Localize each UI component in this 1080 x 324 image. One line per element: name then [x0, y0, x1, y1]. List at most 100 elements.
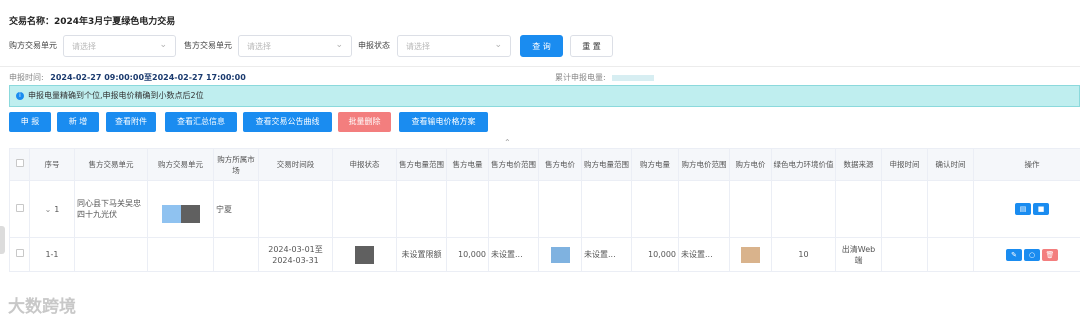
batch-delete-button[interactable]: 批量删除: [338, 112, 391, 132]
green-value-cell: 10: [771, 237, 836, 272]
row-index: 1: [54, 204, 60, 214]
redacted-mask: [161, 205, 181, 223]
total-declared-label: 累计申报电量:: [555, 73, 606, 82]
view-summary-button[interactable]: 查看汇总信息: [165, 112, 237, 132]
declare-time-label: 申报时间:: [9, 73, 44, 82]
col-header: 售方电价: [538, 148, 582, 181]
view-transmission-price-button[interactable]: 查看输电价格方案: [399, 112, 488, 132]
buyer-unit-placeholder: 请选择: [72, 42, 96, 51]
col-header: 购方交易单元: [147, 148, 214, 181]
col-header: 售方电价范围: [488, 148, 539, 181]
col-header: 绿色电力环境价值: [771, 148, 836, 181]
seller-price-cell: [538, 180, 582, 238]
declare-time-cell: [881, 237, 928, 272]
total-declared-value-mask: [612, 74, 655, 81]
buyer-unit-cell: [147, 237, 214, 272]
view-attachment-button[interactable]: 查看附件: [106, 112, 156, 132]
table-header-row: 序号 售方交易单元 购方交易单元 购方所属市场 交易时间段 申报状态 售方电量范…: [9, 148, 1080, 181]
redacted-mask: [355, 245, 374, 264]
status-placeholder: 请选择: [406, 42, 430, 51]
row-checkbox[interactable]: [15, 203, 24, 212]
period-cell: [258, 180, 333, 238]
table-row: ⌄ 1 同心县下马关吴忠四十九光伏 宁夏 ▤ ■: [9, 180, 1080, 238]
seller-qty-range-cell: 未设置限额: [396, 237, 447, 272]
select-all-header[interactable]: [9, 148, 30, 181]
declaration-table: 序号 售方交易单元 购方交易单元 购方所属市场 交易时间段 申报状态 售方电量范…: [9, 148, 1080, 272]
seller-price-cell: [538, 237, 582, 272]
info-icon: i: [16, 91, 24, 100]
green-value-cell: [771, 180, 836, 238]
row-checkbox[interactable]: [15, 249, 24, 257]
expand-chevron-icon[interactable]: ⌄: [45, 205, 52, 214]
divider: [0, 66, 1080, 67]
side-handle[interactable]: [0, 226, 5, 254]
seller-unit-cell: 同心县下马关吴忠四十九光伏: [74, 180, 148, 238]
buyer-price-cell: [729, 237, 772, 272]
seller-price-range-cell: [488, 180, 539, 238]
delete-icon[interactable]: 🗑: [1042, 248, 1058, 261]
seller-unit-placeholder: 请选择: [247, 42, 271, 51]
buyer-unit-cell: [147, 180, 214, 238]
buyer-qty-range-cell: [581, 180, 632, 238]
watermark: 大数跨境: [8, 297, 76, 317]
index-cell: ⌄ 1: [29, 180, 75, 238]
view-curve-button[interactable]: 查看交易公告曲线: [243, 112, 332, 132]
source-cell: [835, 180, 882, 238]
seller-unit-label: 售方交易单元: [184, 41, 232, 50]
buyer-qty-cell: [631, 180, 679, 238]
declare-time-value: 2024-02-27 09:00:00至2024-02-27 17:00:00: [50, 73, 246, 82]
declare-time: 申报时间: 2024-02-27 09:00:00至2024-02-27 17:…: [9, 72, 246, 83]
col-header: 购方电量范围: [581, 148, 632, 181]
buyer-price-cell: [729, 180, 772, 238]
seller-qty-range-cell: [396, 180, 447, 238]
redacted-mask: [550, 246, 570, 263]
seller-qty-cell: 10,000: [446, 237, 489, 272]
sort-caret-icon[interactable]: ⌃: [504, 138, 511, 147]
redacted-mask: [180, 205, 200, 223]
alert-text: 申报电量精确到个位,申报电价精确到小数点后2位: [28, 91, 204, 100]
buyer-qty-range-cell: 未设置...: [581, 237, 632, 272]
chevron-down-icon: ⌄: [159, 40, 167, 50]
total-declared: 累计申报电量:: [555, 72, 655, 83]
col-header: 序号: [29, 148, 75, 181]
buyer-qty-cell: 10,000: [631, 237, 679, 272]
edit-icon[interactable]: ✎: [1006, 248, 1022, 261]
buyer-unit-select[interactable]: 请选择 ⌄: [63, 35, 176, 57]
confirm-time-cell: [927, 180, 974, 238]
refresh-icon[interactable]: ○: [1024, 248, 1040, 261]
query-button[interactable]: 查 询: [520, 35, 563, 57]
col-header: 购方电价范围: [678, 148, 730, 181]
col-header: 购方电量: [631, 148, 679, 181]
buyer-unit-label: 购方交易单元: [9, 41, 57, 50]
reset-button[interactable]: 重 置: [570, 35, 613, 57]
confirm-time-cell: [927, 237, 974, 272]
col-header: 交易时间段: [258, 148, 333, 181]
buyer-price-range-cell: 未设置...: [678, 237, 730, 272]
status-cell: [332, 237, 397, 272]
col-header: 售方交易单元: [74, 148, 148, 181]
col-header: 申报状态: [332, 148, 397, 181]
declare-time-cell: [881, 180, 928, 238]
actions-cell: ✎ ○ 🗑: [973, 237, 1080, 272]
add-button[interactable]: 新 增: [57, 112, 99, 132]
chevron-down-icon: ⌄: [335, 40, 343, 50]
seller-unit-select[interactable]: 请选择 ⌄: [238, 35, 352, 57]
col-header: 购方所属市场: [213, 148, 259, 181]
alert-banner: i 申报电量精确到个位,申报电价精确到小数点后2位: [9, 85, 1080, 107]
bookmark-icon[interactable]: ■: [1033, 203, 1049, 215]
buyer-price-range-cell: [678, 180, 730, 238]
col-header: 操作: [973, 148, 1080, 181]
row-select-cell[interactable]: [9, 180, 30, 238]
declare-button[interactable]: 申 报: [9, 112, 51, 132]
col-header: 申报时间: [881, 148, 928, 181]
status-label: 申报状态: [358, 41, 390, 50]
chevron-down-icon: ⌄: [494, 40, 502, 50]
status-select[interactable]: 请选择 ⌄: [397, 35, 511, 57]
col-header: 确认时间: [927, 148, 974, 181]
select-all-checkbox[interactable]: [15, 159, 24, 167]
period-cell: 2024-03-01至2024-03-31: [258, 237, 333, 272]
source-cell: 出清Web端: [835, 237, 882, 272]
seller-price-range-cell: 未设置...: [488, 237, 539, 272]
row-select-cell[interactable]: [9, 237, 30, 272]
document-icon[interactable]: ▤: [1015, 203, 1031, 215]
